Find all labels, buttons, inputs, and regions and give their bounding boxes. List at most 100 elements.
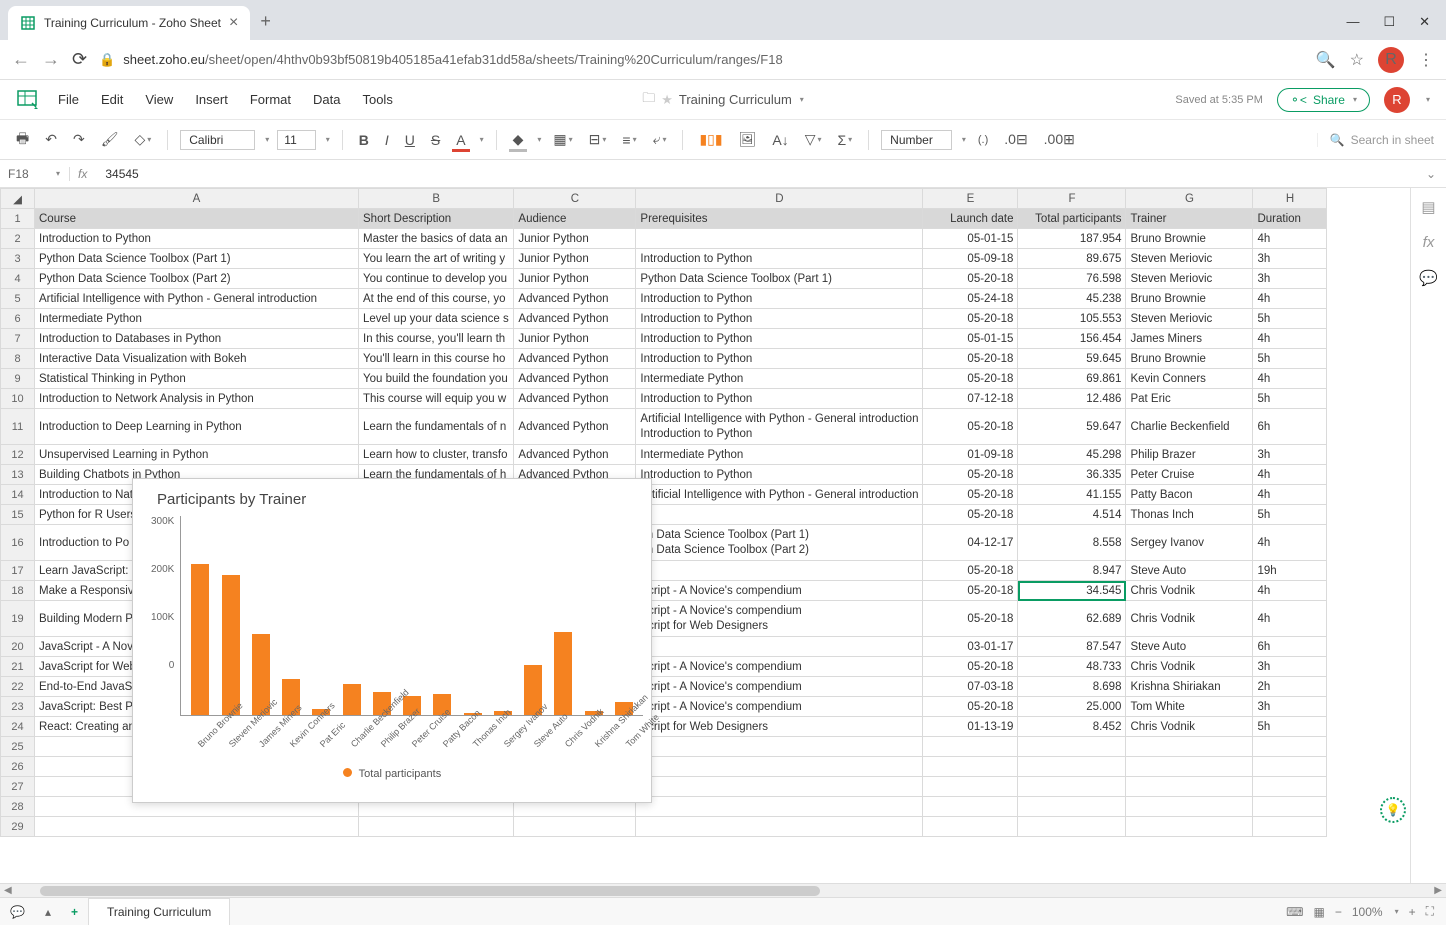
row-header[interactable]: 13 <box>1 465 35 485</box>
cell[interactable]: Learn how to cluster, transfo <box>359 445 514 465</box>
browser-menu-icon[interactable]: ⋮ <box>1418 50 1434 70</box>
cell[interactable]: Duration <box>1253 209 1327 229</box>
cell[interactable]: Patty Bacon <box>1126 485 1253 505</box>
formula-input[interactable]: 34545 <box>97 167 1416 181</box>
cell[interactable]: Bruno Brownie <box>1126 289 1253 309</box>
profile-avatar[interactable]: R <box>1378 47 1404 73</box>
underline-button[interactable]: U <box>401 130 419 150</box>
cell[interactable]: Introduction to Python <box>636 309 923 329</box>
row-header[interactable]: 9 <box>1 369 35 389</box>
cell[interactable] <box>636 797 923 817</box>
bold-button[interactable]: B <box>355 130 373 150</box>
search-in-sheet[interactable]: 🔍 Search in sheet <box>1317 133 1434 147</box>
strikethrough-button[interactable]: S <box>427 130 444 150</box>
cell[interactable] <box>1126 777 1253 797</box>
cell[interactable]: 05-20-18 <box>923 485 1018 505</box>
cell[interactable]: Chris Vodnik <box>1126 717 1253 737</box>
cell[interactable]: 4h <box>1253 369 1327 389</box>
row-header[interactable]: 7 <box>1 329 35 349</box>
zoom-level[interactable]: 100% <box>1352 905 1383 919</box>
cell[interactable]: 4h <box>1253 601 1327 637</box>
horizontal-scrollbar[interactable]: ◀ ▶ <box>0 883 1446 897</box>
cell[interactable]: Short Description <box>359 209 514 229</box>
cell[interactable]: Course <box>35 209 359 229</box>
url-input[interactable]: 🔒 sheet.zoho.eu/sheet/open/4hthv0b93bf50… <box>99 52 1304 68</box>
cell[interactable] <box>636 757 923 777</box>
browser-tab[interactable]: Training Curriculum - Zoho Sheet × <box>8 6 250 40</box>
cell[interactable] <box>923 797 1018 817</box>
cell[interactable]: 05-20-18 <box>923 309 1018 329</box>
row-header[interactable]: 6 <box>1 309 35 329</box>
cell[interactable]: Introduction to Network Analysis in Pyth… <box>35 389 359 409</box>
cell[interactable]: 05-20-18 <box>923 465 1018 485</box>
cell[interactable]: 48.733 <box>1018 657 1126 677</box>
row-header[interactable]: 8 <box>1 349 35 369</box>
formula-expand-icon[interactable]: ⌄ <box>1416 167 1446 181</box>
insights-button[interactable]: 💡 <box>1380 797 1406 823</box>
cell[interactable]: Script - A Novice's compendium <box>636 657 923 677</box>
cell[interactable] <box>1253 737 1327 757</box>
zoom-out-button[interactable]: − <box>1335 905 1342 919</box>
cell[interactable]: 4h <box>1253 229 1327 249</box>
cell[interactable]: Prerequisites <box>636 209 923 229</box>
col-header-B[interactable]: B <box>359 189 514 209</box>
cell[interactable] <box>1253 757 1327 777</box>
row-header[interactable]: 19 <box>1 601 35 637</box>
cell[interactable]: 05-01-15 <box>923 229 1018 249</box>
app-logo-icon[interactable] <box>16 89 38 111</box>
cell[interactable]: 8.558 <box>1018 525 1126 561</box>
cell[interactable]: Introduction to Python <box>636 389 923 409</box>
filter-icon[interactable]: ▽▾ <box>801 129 826 150</box>
cell[interactable]: Chris Vodnik <box>1126 601 1253 637</box>
new-tab-button[interactable]: + <box>250 3 281 40</box>
cell[interactable]: 19h <box>1253 561 1327 581</box>
chart-icon[interactable]: ▮▯▮ <box>695 129 726 150</box>
cell[interactable] <box>1126 797 1253 817</box>
row-header[interactable]: 15 <box>1 505 35 525</box>
cell[interactable]: Junior Python <box>514 249 636 269</box>
cell[interactable]: This course will equip you w <box>359 389 514 409</box>
cell[interactable] <box>1126 757 1253 777</box>
cell[interactable]: Introduction to Deep Learning in Python <box>35 409 359 445</box>
row-header[interactable]: 16 <box>1 525 35 561</box>
cell[interactable] <box>1018 777 1126 797</box>
print-icon[interactable]: 🖶 <box>12 126 33 154</box>
cell[interactable]: 3h <box>1253 445 1327 465</box>
cell[interactable]: Bruno Brownie <box>1126 349 1253 369</box>
cell[interactable]: Steven Meriovic <box>1126 309 1253 329</box>
cell[interactable]: on Data Science Toolbox (Part 1)on Data … <box>636 525 923 561</box>
comments-icon[interactable]: 💬 <box>1419 269 1438 287</box>
cell[interactable]: 3h <box>1253 697 1327 717</box>
row-header[interactable]: 3 <box>1 249 35 269</box>
cell[interactable]: Advanced Python <box>514 389 636 409</box>
app-avatar[interactable]: R <box>1384 87 1410 113</box>
cell[interactable] <box>636 637 923 657</box>
cell[interactable]: Advanced Python <box>514 445 636 465</box>
fullscreen-icon[interactable]: ⛶ <box>1426 904 1434 919</box>
cell[interactable]: Krishna Shiriakan <box>1126 677 1253 697</box>
cell[interactable]: 45.298 <box>1018 445 1126 465</box>
cell[interactable]: Launch date <box>923 209 1018 229</box>
cell[interactable]: 4h <box>1253 525 1327 561</box>
cell[interactable]: 89.675 <box>1018 249 1126 269</box>
cell[interactable]: 4h <box>1253 465 1327 485</box>
close-tab-icon[interactable]: × <box>229 14 238 32</box>
cell[interactable] <box>1126 817 1253 837</box>
cell[interactable]: Advanced Python <box>514 349 636 369</box>
cell[interactable]: 62.689 <box>1018 601 1126 637</box>
cell[interactable]: Learn the fundamentals of n <box>359 409 514 445</box>
cell[interactable]: Audience <box>514 209 636 229</box>
chat-icon[interactable]: 💬 <box>0 905 35 919</box>
row-header[interactable]: 28 <box>1 797 35 817</box>
col-header-F[interactable]: F <box>1018 189 1126 209</box>
cell[interactable]: Introduction to Databases in Python <box>35 329 359 349</box>
menu-edit[interactable]: Edit <box>101 92 123 107</box>
cell[interactable] <box>35 817 359 837</box>
scrollbar-thumb[interactable] <box>40 886 820 896</box>
cell[interactable]: Intermediate Python <box>636 445 923 465</box>
cell[interactable]: 5h <box>1253 505 1327 525</box>
cell[interactable]: Statistical Thinking in Python <box>35 369 359 389</box>
cell[interactable]: 2h <box>1253 677 1327 697</box>
cell[interactable]: 4h <box>1253 289 1327 309</box>
col-header-G[interactable]: G <box>1126 189 1253 209</box>
